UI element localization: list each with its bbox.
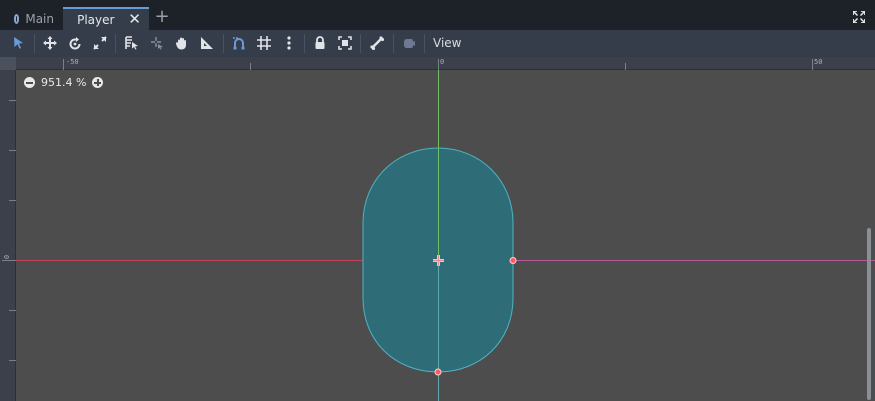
ruler-tool-button[interactable] — [199, 35, 215, 51]
rotate-tool-button[interactable] — [67, 35, 83, 51]
editor-canvas[interactable]: 951.4 % — [16, 70, 875, 401]
more-options-button[interactable] — [281, 35, 297, 51]
add-tab-icon[interactable]: + — [154, 8, 170, 26]
group-button[interactable] — [337, 35, 353, 51]
bone-icon — [370, 36, 384, 50]
smart-snap-button[interactable] — [231, 35, 247, 51]
ruler-tool-icon — [201, 37, 213, 49]
canvas-drawing — [16, 70, 875, 401]
selectable-list-button[interactable] — [124, 35, 140, 51]
fullscreen-icon[interactable] — [853, 11, 865, 23]
tab-label: Main — [25, 11, 54, 26]
move-tool-icon — [43, 36, 57, 50]
bone-button[interactable] — [369, 35, 385, 51]
tab-label: Player — [77, 12, 115, 27]
radius-handle[interactable] — [509, 257, 517, 264]
pan-tool-icon — [175, 37, 186, 50]
tab-main[interactable]: Main — [6, 7, 62, 30]
camera-override-icon — [404, 39, 415, 48]
select-tool-button[interactable] — [11, 35, 27, 51]
ruler-label: 50 — [814, 58, 823, 66]
ruler-label: -50 — [66, 58, 79, 66]
zoom-out-icon[interactable] — [24, 77, 35, 88]
camera-override-button[interactable] — [401, 35, 417, 51]
lock-icon — [315, 36, 325, 49]
canvas-viewport: -50 0 50 0 951.4 % — [0, 57, 875, 401]
smart-snap-icon — [233, 37, 245, 50]
lock-button[interactable] — [312, 35, 328, 51]
scale-tool-button[interactable] — [92, 35, 108, 51]
height-handle[interactable] — [434, 368, 442, 376]
pivot-tool-button[interactable] — [149, 35, 165, 51]
ruler-label: 0 — [440, 58, 445, 66]
ruler-top: -50 0 50 — [16, 57, 875, 70]
vertical-scrollbar[interactable] — [867, 228, 871, 400]
tab-player[interactable]: Player ✕ — [63, 7, 149, 30]
ruler-label: 0 — [3, 254, 12, 260]
zoom-widget: 951.4 % — [24, 76, 104, 89]
pivot-tool-icon — [151, 37, 163, 50]
canvas-toolbar: View — [0, 30, 875, 57]
grid-snap-icon — [257, 36, 271, 50]
close-tab-icon[interactable]: ✕ — [128, 12, 141, 27]
move-tool-button[interactable] — [42, 35, 58, 51]
ruler-corner[interactable] — [0, 57, 16, 70]
selectable-list-icon — [125, 36, 138, 50]
scene-tab-bar: Main Player ✕ + — [0, 0, 875, 30]
grid-snap-button[interactable] — [256, 35, 272, 51]
more-options-icon — [287, 36, 291, 50]
select-tool-icon — [14, 37, 23, 49]
zoom-in-icon[interactable] — [92, 77, 104, 88]
scale-tool-icon — [93, 36, 107, 50]
zoom-value[interactable]: 951.4 % — [41, 76, 86, 89]
rotate-tool-icon — [69, 37, 81, 50]
view-menu-button[interactable]: View — [433, 36, 461, 52]
ruler-left: 0 — [0, 70, 16, 401]
pan-tool-button[interactable] — [174, 35, 190, 51]
group-icon — [338, 36, 352, 50]
circle-icon — [14, 13, 20, 24]
